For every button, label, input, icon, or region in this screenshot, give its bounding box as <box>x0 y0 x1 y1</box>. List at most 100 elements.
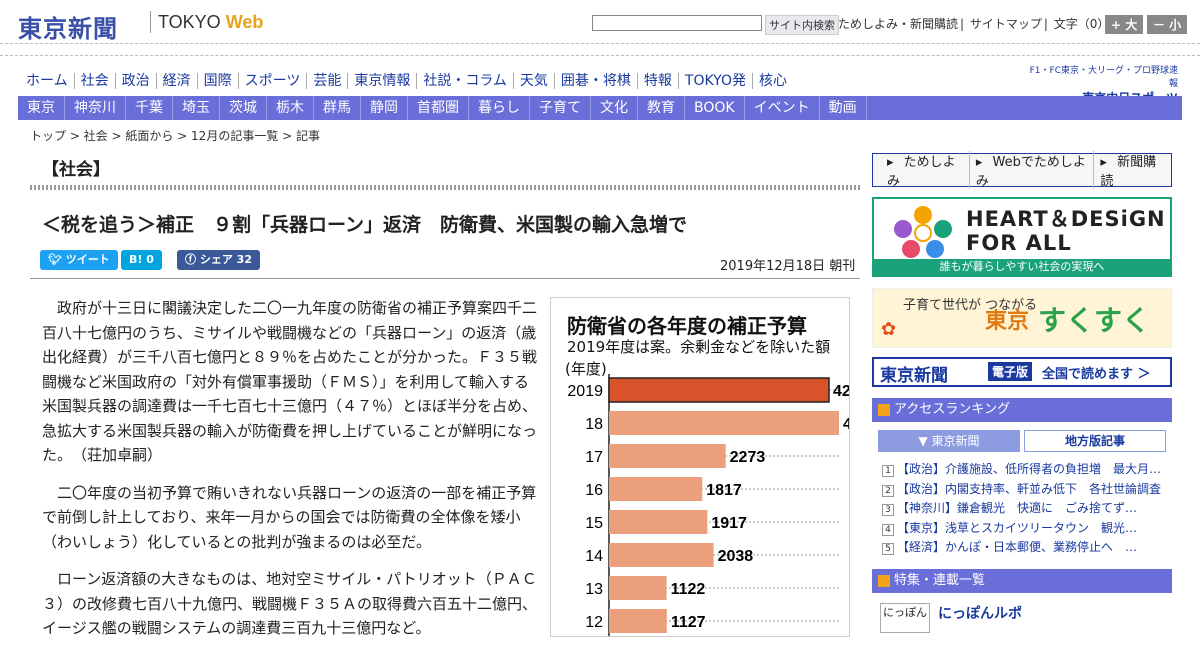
article-body: 政府が十三日に閣議決定した二〇一九年度の防衛省の補正予算案四千二百八十七億円のう… <box>42 296 537 654</box>
nav-society[interactable]: 社会 <box>73 73 115 89</box>
article-date: 2019年12月18日 朝刊 <box>720 259 856 274</box>
hatena-button[interactable]: B! 0 <box>121 250 162 270</box>
tweet-label: ツイート <box>65 253 110 266</box>
region-tokyo[interactable]: 東京 <box>18 96 65 120</box>
article-divider <box>30 278 860 279</box>
web-trial-link-label: Webでためしよみ <box>975 155 1086 189</box>
breadcrumb[interactable]: トップ > 社会 > 紙面から > 12月の記事一覧 > 記事 <box>30 127 320 144</box>
nav-editorial[interactable]: 社説・コラム <box>416 73 513 89</box>
chart-data-label: 1917 <box>711 515 747 532</box>
region-kyoiku[interactable]: 教育 <box>638 96 685 120</box>
region-kurashi[interactable]: 暮らし <box>469 96 530 120</box>
chart-bar <box>609 411 839 435</box>
chart-data-label: 1817 <box>706 482 742 499</box>
epaper-banner[interactable]: 東京新聞 電子版 全国で読めます ＞ <box>872 357 1172 387</box>
tweet-button[interactable]: 🐦︎ ツイート <box>40 250 118 270</box>
chart-bar <box>609 444 726 468</box>
region-kosodate[interactable]: 子育て <box>530 96 591 120</box>
nav-go-shogi[interactable]: 囲碁・将棋 <box>553 73 637 89</box>
article-paragraph: 二〇年度の当初予算で賄いきれない兵器ローンの返済の一部を補正予算で前倒し計上して… <box>42 483 537 551</box>
facebook-share-button[interactable]: ⓕ シェア 32 <box>177 250 260 270</box>
sukusuku-banner[interactable]: ✿ 子育て世代が つながる 東京 すくすく <box>872 288 1172 348</box>
section-divider <box>30 185 860 190</box>
header-links: ためしよみ・新聞購読 | サイトマップ | 文字（0） <box>838 17 1110 31</box>
nav-entertainment[interactable]: 芸能 <box>306 73 348 89</box>
epaper-logo: 東京新聞 <box>880 366 948 386</box>
ranking-list: 1【政治】介護施設、低所得者の負担増 最大月２万２千円 2【政治】内閣支持率、軒… <box>882 460 1168 558</box>
region-saitama[interactable]: 埼玉 <box>173 96 220 120</box>
feature-link[interactable]: にっぽんルポ <box>938 603 1022 623</box>
nav-weather[interactable]: 天気 <box>512 73 554 89</box>
font-up-button[interactable]: + 大 <box>1105 15 1144 34</box>
ranking-item-text: 【政治】内閣支持率、軒並み低下 各社世論調査 <box>897 481 1162 496</box>
region-shizuoka[interactable]: 静岡 <box>361 96 408 120</box>
region-tochigi[interactable]: 栃木 <box>267 96 314 120</box>
ranking-item[interactable]: 4 【東京】浅草とスカイツリータウン 観光… <box>882 519 1168 539</box>
rank-number: 4 <box>882 523 894 536</box>
site-logo[interactable]: 東京新聞 <box>18 9 118 44</box>
chart-tick-label: 15 <box>585 515 603 532</box>
nav-home[interactable]: ホーム <box>20 73 74 89</box>
region-bunka[interactable]: 文化 <box>591 96 638 120</box>
chart-data-label: 2038 <box>718 548 754 565</box>
chart-bar <box>609 576 667 600</box>
font-down-button[interactable]: － 小 <box>1147 15 1188 34</box>
features-header: 特集・連載一覧 <box>872 569 1172 593</box>
region-book[interactable]: BOOK <box>685 96 745 120</box>
subscribe-link[interactable]: ▸ 新聞購読 <box>1094 151 1171 189</box>
subscribe-link-label: 新聞購読 <box>1100 155 1157 189</box>
search-button[interactable]: サイト内検索 <box>765 15 839 35</box>
ranking-header: アクセスランキング <box>872 398 1172 422</box>
nav-tokyo-info[interactable]: 東京情報 <box>347 73 417 89</box>
heart-design-title: HEART＆DESiGN FOR ALL <box>966 207 1166 255</box>
sitemap-link[interactable]: サイトマップ <box>970 17 1042 31</box>
flower-icon: ✿ <box>881 319 897 340</box>
chart-bar <box>608 377 830 403</box>
heart-design-logo-icon <box>894 206 952 258</box>
ranking-tab-local[interactable]: 地方版記事 <box>1024 430 1166 452</box>
nav-politics[interactable]: 政治 <box>114 73 156 89</box>
region-nav: 東京 神奈川 千葉 埼玉 茨城 栃木 群馬 静岡 首都圏 暮らし 子育て 文化 教育 BOOK イベント 動画 <box>18 96 1182 120</box>
nav-kakushin[interactable]: 核心 <box>751 73 793 89</box>
rank-number: 3 <box>882 504 894 516</box>
site-logo-english[interactable]: TOKYO Web <box>158 12 263 33</box>
sukusuku-name: すくすく <box>1038 304 1151 337</box>
header-divider <box>0 44 1200 56</box>
ranking-item-text: 【東京】浅草とスカイツリータウン 観光… <box>897 520 1138 535</box>
trial-subscribe-link[interactable]: ためしよみ・新聞購読 <box>838 17 958 31</box>
region-chiba[interactable]: 千葉 <box>126 96 173 120</box>
nav-tokyo-hatsu[interactable]: TOKYO発 <box>677 73 752 89</box>
heart-design-banner[interactable]: HEART＆DESiGN FOR ALL 誰もが暮らしやすい社会の実現へ <box>872 197 1172 277</box>
ranking-tabs: ▼ 東京新聞 地方版記事 <box>878 430 1168 452</box>
web-trial-link[interactable]: ▸ Webでためしよみ <box>970 151 1095 189</box>
chart-tick-label: 12 <box>585 614 603 631</box>
region-ibaraki[interactable]: 茨城 <box>220 96 267 120</box>
ranking-item[interactable]: 5 【経済】かんぽ・日本郵便、業務停止へ … <box>882 538 1168 558</box>
nav-world[interactable]: 国際 <box>196 73 238 89</box>
chart-bar <box>609 510 708 534</box>
nav-tokuho[interactable]: 特報 <box>636 73 678 89</box>
twitter-icon: 🐦︎ <box>48 253 66 266</box>
ranking-item[interactable]: 1【政治】介護施設、低所得者の負担増 最大月２万２千円 <box>882 460 1168 480</box>
chart-plot: 2019 4287 18 4482 17 2273 16 1817 15 1917 14 2038 13… <box>567 374 849 636</box>
nav-sports[interactable]: スポーツ <box>237 73 307 89</box>
budget-chart[interactable]: 防衛省の各年度の補正予算 2019年度は案。余剰金などを除いた額 (年度) 20… <box>550 297 850 637</box>
search-input[interactable] <box>592 15 762 31</box>
region-event[interactable]: イベント <box>745 96 820 120</box>
heart-design-footer: 誰もが暮らしやすい社会の実現へ <box>874 259 1170 275</box>
ranking-item[interactable]: 3 【神奈川】鎌倉観光 快適に ごみ捨てず… <box>882 499 1168 519</box>
chart-tick-label: 14 <box>585 548 603 565</box>
region-gunma[interactable]: 群馬 <box>314 96 361 120</box>
site-header: 東京新聞 TOKYO Web サイト内検索 ためしよみ・新聞購読 | サイトマップ… <box>0 0 1200 44</box>
feature-thumbnail[interactable]: にっぽん <box>880 603 930 633</box>
logo-divider <box>150 11 151 33</box>
nav-economy[interactable]: 経済 <box>155 73 197 89</box>
ranking-tab-tokyo[interactable]: ▼ 東京新聞 <box>878 430 1020 452</box>
chart-bar <box>609 543 714 567</box>
chart-bar <box>609 477 703 501</box>
region-video[interactable]: 動画 <box>820 96 867 120</box>
region-kanagawa[interactable]: 神奈川 <box>65 96 126 120</box>
ranking-item[interactable]: 2 【政治】内閣支持率、軒並み低下 各社世論調査 <box>882 480 1168 500</box>
region-shutoken[interactable]: 首都圏 <box>408 96 469 120</box>
trial-link[interactable]: ▸ ためしよみ <box>881 151 970 189</box>
